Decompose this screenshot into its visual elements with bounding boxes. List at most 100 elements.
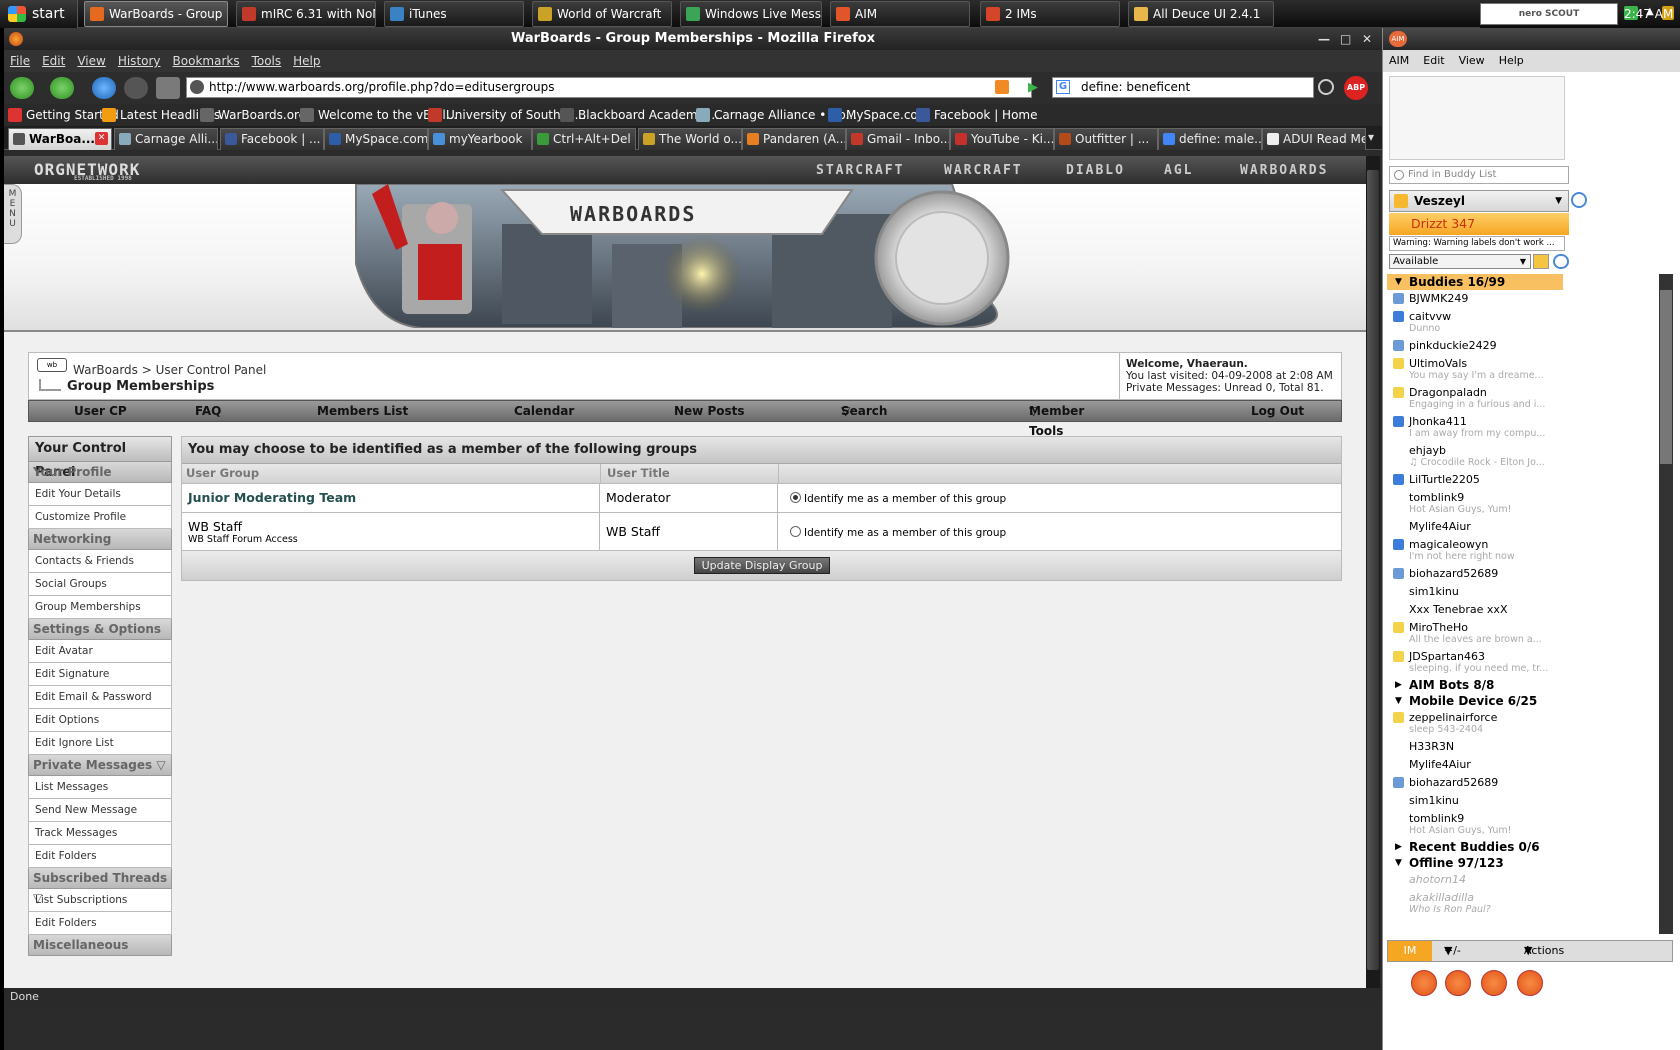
adblock-plus-icon[interactable]: ABP xyxy=(1344,76,1368,100)
status-message[interactable]: Warning: Warning labels don't work ... xyxy=(1389,236,1565,251)
taskbar-task[interactable]: mIRC 6.31 with NoNa... xyxy=(236,1,376,27)
aim-menu-view[interactable]: View xyxy=(1459,54,1485,67)
visibility-eye-icon[interactable] xyxy=(1571,192,1587,208)
cp-link-edit-folders[interactable]: Edit Folders xyxy=(28,912,172,935)
cp-link-edit-options[interactable]: Edit Options xyxy=(28,709,172,732)
browser-tab[interactable]: WarBoa... ✕ xyxy=(8,128,112,150)
buddy-item[interactable]: ehjayb ♫ Crocodile Rock - Elton Jo... xyxy=(1387,442,1563,471)
buddy-item[interactable]: MiroTheHo All the leaves are brown a... xyxy=(1387,619,1563,648)
cp-link-edit-your-details[interactable]: Edit Your Details xyxy=(28,483,172,506)
back-icon[interactable] xyxy=(10,77,34,99)
taskbar-task[interactable]: Windows Live Messen... xyxy=(680,1,822,27)
buddy-item[interactable]: Mylife4Aiur xyxy=(1387,518,1563,536)
nav-user-cp[interactable]: User CP xyxy=(74,401,127,421)
cp-link-list-subscriptions[interactable]: List Subscriptions xyxy=(28,889,172,912)
buddy-item[interactable]: biohazard52689 xyxy=(1387,774,1563,792)
tab-list-arrow[interactable]: ▾ xyxy=(1368,130,1374,144)
cp-link-send-new-message[interactable]: Send New Message xyxy=(28,799,172,822)
cp-link-list-messages[interactable]: List Messages xyxy=(28,776,172,799)
tab-close-icon[interactable]: ✕ xyxy=(95,132,108,145)
browser-tab[interactable]: ADUI Read Me xyxy=(1262,128,1366,150)
taskbar-task[interactable]: All Deuce UI 2.4.1 xyxy=(1128,1,1274,27)
nero-scout-search[interactable]: nero SCOUT xyxy=(1480,3,1618,25)
taskbar-task[interactable]: AIM xyxy=(830,1,970,27)
buddy-item[interactable]: tomblink9 Hot Asian Guys, Yum! xyxy=(1387,810,1563,839)
menu-file[interactable]: File xyxy=(10,54,30,68)
cp-link-edit-ignore-list[interactable]: Edit Ignore List xyxy=(28,732,172,755)
cp-link-group-memberships[interactable]: Group Memberships xyxy=(28,596,172,619)
find-buddy-input[interactable]: Find in Buddy List xyxy=(1389,166,1569,184)
browser-tab[interactable]: YouTube - Ki... xyxy=(950,128,1054,150)
taskbar-task[interactable]: World of Warcraft xyxy=(532,1,672,27)
cp-section-networking[interactable]: Networking xyxy=(28,529,172,550)
buddy-item[interactable]: LilTurtle2205 xyxy=(1387,471,1563,489)
browser-tab[interactable]: Ctrl+Alt+Del xyxy=(532,128,636,150)
cp-section-your-profile[interactable]: Your Profile xyxy=(28,462,172,483)
bookmark-item[interactable]: WarBoards.org xyxy=(200,104,306,126)
buddy-item[interactable]: tomblink9 Hot Asian Guys, Yum! xyxy=(1387,489,1563,518)
buddy-item[interactable]: caitvvw Dunno xyxy=(1387,308,1563,337)
headset-icon[interactable] xyxy=(1411,970,1437,996)
browser-tab[interactable]: Facebook | ... xyxy=(220,128,324,150)
aim-menu-edit[interactable]: Edit xyxy=(1423,54,1444,67)
home-icon[interactable] xyxy=(156,77,180,99)
aim-menu-help[interactable]: Help xyxy=(1499,54,1524,67)
menu-edit[interactable]: Edit xyxy=(42,54,65,68)
availability-dropdown[interactable]: Available ▼ xyxy=(1389,254,1531,269)
browser-tab[interactable]: Carnage Alli... xyxy=(114,128,218,150)
cp-link-contacts-friends[interactable]: Contacts & Friends xyxy=(28,550,172,573)
cp-link-edit-avatar[interactable]: Edit Avatar xyxy=(28,640,172,663)
buddy-alert[interactable]: Drizzt 347 xyxy=(1389,213,1569,235)
menu-bookmarks[interactable]: Bookmarks xyxy=(173,54,240,68)
buddy-item[interactable]: Xxx Tenebrae xxX xyxy=(1387,601,1563,619)
taskbar-task[interactable]: iTunes xyxy=(384,1,524,27)
radio-button-selected[interactable] xyxy=(790,492,801,503)
clock[interactable]: 2:47 AM xyxy=(1624,0,1673,28)
visibility-eye-icon[interactable] xyxy=(1553,254,1569,269)
browser-tab[interactable]: Pandaren (A... xyxy=(742,128,846,150)
taskbar-task[interactable]: WarBoards - Group M... xyxy=(84,1,228,27)
identify-radio-option[interactable]: Identify me as a member of this group xyxy=(778,484,1341,512)
cp-section-miscellaneous[interactable]: Miscellaneous xyxy=(28,935,172,956)
nav-diablo[interactable]: DIABLO xyxy=(1066,163,1125,178)
browser-tab[interactable]: myYearbook xyxy=(428,128,532,150)
buddy-item[interactable]: Jhonka411 I am away from my compu... xyxy=(1387,413,1563,442)
nav-log-out[interactable]: Log Out xyxy=(1251,401,1304,421)
nav-warcraft[interactable]: WARCRAFT xyxy=(944,163,1023,178)
phone-icon[interactable] xyxy=(1445,970,1471,996)
private-messages-status[interactable]: Private Messages: Unread 0, Total 81. xyxy=(1126,382,1335,394)
browser-tab[interactable]: define: male... xyxy=(1158,128,1262,150)
nav-warboards[interactable]: WARBOARDS xyxy=(1240,163,1328,178)
buddy-item[interactable]: ahotorn14 xyxy=(1387,871,1563,889)
im-button[interactable]: IM xyxy=(1388,941,1432,961)
screen-name-dropdown[interactable]: Veszeyl ▼ xyxy=(1389,190,1569,212)
buddy-item[interactable]: UltimoVals You may say I'm a dreame... xyxy=(1387,355,1563,384)
breadcrumb-home[interactable]: WarBoards xyxy=(73,363,138,377)
cp-section-private-messages[interactable]: Private Messages ▽ xyxy=(28,755,172,776)
nav-calendar[interactable]: Calendar xyxy=(514,401,574,421)
browser-tab[interactable]: MySpace.com xyxy=(324,128,428,150)
breadcrumb-user-cp[interactable]: User Control Panel xyxy=(156,363,267,377)
nav-faq[interactable]: FAQ xyxy=(195,401,221,421)
buddy-group-header[interactable]: ▼ Buddies 16/99 xyxy=(1387,274,1563,290)
buddy-item[interactable]: Dragonpaladn Engaging in a furious and i.… xyxy=(1387,384,1563,413)
buddy-item[interactable]: JDSpartan463 sleeping. if you need me, tr… xyxy=(1387,648,1563,677)
url-input[interactable]: http://www.warboards.org/profile.php?do=… xyxy=(186,77,1032,98)
go-button[interactable]: ▶ xyxy=(1028,80,1044,96)
buddy-item[interactable]: Mylife4Aiur xyxy=(1387,756,1563,774)
browser-tab[interactable]: Outfitter | ... xyxy=(1054,128,1158,150)
close-button[interactable]: ✕ xyxy=(1362,28,1372,50)
buddy-group-header[interactable]: ▶ AIM Bots 8/8 xyxy=(1387,677,1563,693)
menu-tools[interactable]: Tools xyxy=(252,54,282,68)
maximize-button[interactable]: □ xyxy=(1340,28,1351,50)
username-link[interactable]: Vhaeraun. xyxy=(1187,358,1248,370)
buddy-item[interactable]: sim1kinu xyxy=(1387,792,1563,810)
cp-link-social-groups[interactable]: Social Groups xyxy=(28,573,172,596)
page-scrollbar[interactable] xyxy=(1366,156,1380,988)
nav-members-list[interactable]: Members List xyxy=(317,401,408,421)
identify-radio-option[interactable]: Identify me as a member of this group xyxy=(778,513,1341,550)
minimize-button[interactable]: — xyxy=(1318,28,1330,50)
cp-link-edit-email-password[interactable]: Edit Email & Password xyxy=(28,686,172,709)
menu-history[interactable]: History xyxy=(118,54,161,68)
menu-help[interactable]: Help xyxy=(293,54,320,68)
